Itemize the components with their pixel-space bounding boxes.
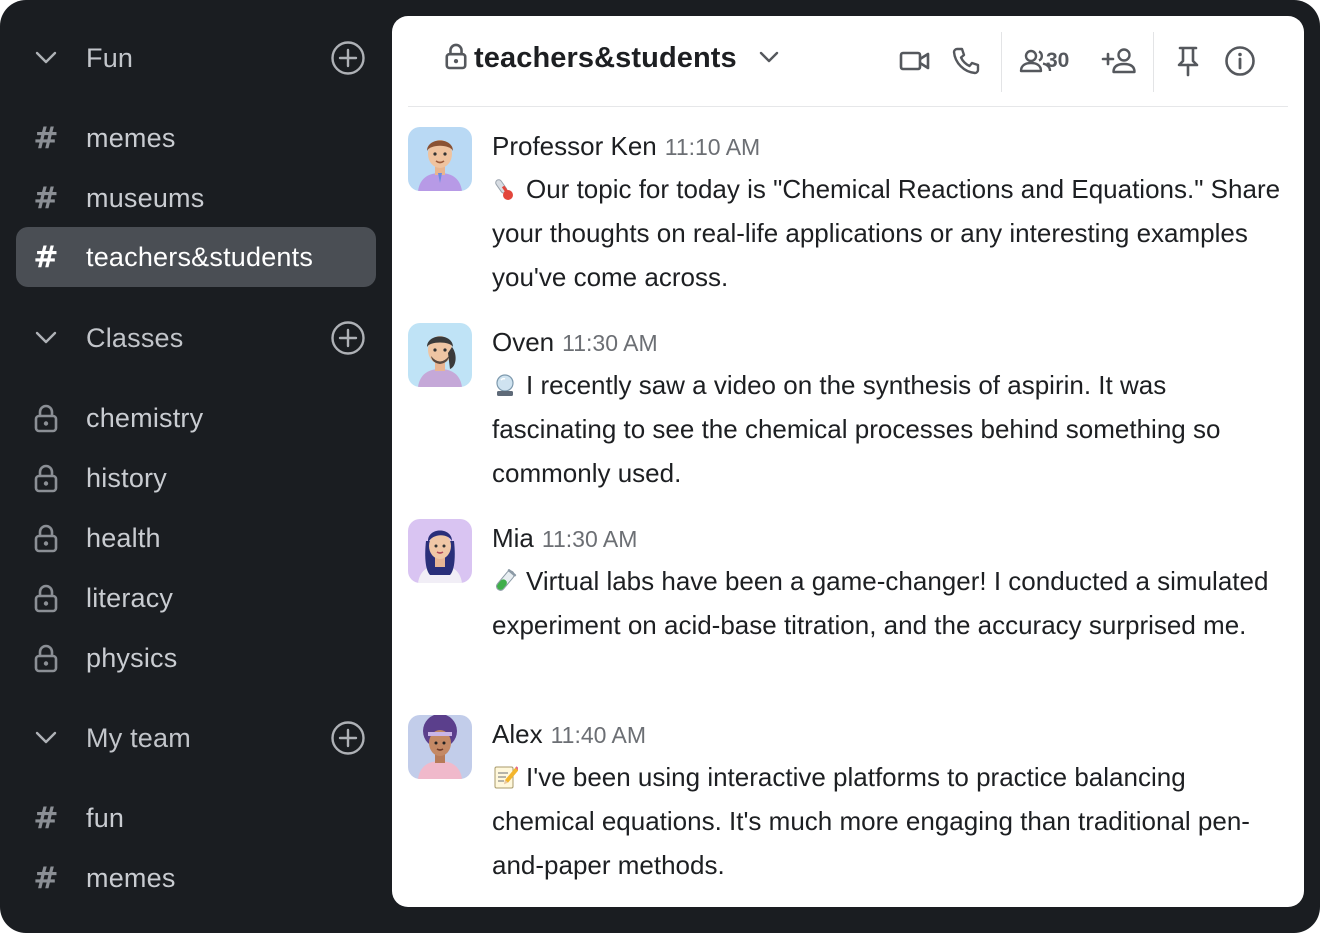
member-count[interactable]: 30 — [1046, 49, 1069, 73]
section-label: Classes — [86, 322, 184, 353]
lock-icon — [16, 388, 76, 448]
sidebar-item-health[interactable]: health — [16, 508, 376, 568]
message-author[interactable]: Oven — [492, 327, 554, 358]
section-header-my-team[interactable]: My team — [16, 708, 376, 768]
message-text: I recently saw a video on the synthesis … — [492, 363, 1288, 495]
add-channel-icon[interactable] — [330, 320, 366, 356]
message-author[interactable]: Mia — [492, 523, 534, 554]
sidebar-item-physics[interactable]: physics — [16, 628, 376, 688]
sidebar: Fun # memes # museums # teachers&student… — [0, 0, 392, 933]
phone-icon[interactable] — [949, 44, 983, 78]
lock-icon — [16, 628, 76, 688]
sidebar-item-literacy[interactable]: literacy — [16, 568, 376, 628]
chevron-down-icon[interactable] — [16, 308, 76, 368]
sidebar-item-label: memes — [86, 862, 176, 893]
app-window: Fun # memes # museums # teachers&student… — [0, 0, 1320, 933]
sidebar-item-label: health — [86, 522, 161, 553]
section-label: Fun — [86, 42, 134, 73]
hash-icon: # — [33, 239, 59, 275]
avatar[interactable] — [408, 323, 472, 387]
hash-icon: # — [33, 180, 59, 216]
chat-panel: teachers&students 30 Professor Ken 11:10… — [392, 16, 1304, 907]
header-divider — [1153, 32, 1154, 92]
section-label: My team — [86, 722, 191, 753]
avatar[interactable] — [408, 127, 472, 191]
sidebar-item-label: physics — [86, 642, 178, 673]
hash-icon: # — [33, 120, 59, 156]
sidebar-item-museums[interactable]: # museums — [16, 168, 376, 228]
lock-icon — [16, 568, 76, 628]
message-time: 11:40 AM — [550, 722, 647, 748]
sidebar-item-label: history — [86, 462, 167, 493]
memo-icon — [492, 759, 520, 789]
sidebar-item-label: chemistry — [86, 402, 204, 433]
sidebar-item-teachers-students[interactable]: # teachers&students — [16, 227, 376, 287]
add-channel-icon[interactable] — [330, 720, 366, 756]
message-text: Virtual labs have been a game-changer! I… — [492, 559, 1288, 647]
message-time: 11:30 AM — [562, 330, 658, 356]
sidebar-item-label: museums — [86, 182, 205, 213]
section-header-fun[interactable]: Fun — [16, 28, 376, 88]
test-tube-icon — [492, 563, 518, 591]
message-author[interactable]: Alex — [492, 719, 543, 750]
lock-icon — [16, 508, 76, 568]
crystal-ball-icon — [492, 367, 518, 396]
lock-icon — [16, 448, 76, 508]
sidebar-item-history[interactable]: history — [16, 448, 376, 508]
sidebar-item-chemistry[interactable]: chemistry — [16, 388, 376, 448]
message-text: Our topic for today is "Chemical Reactio… — [492, 167, 1288, 299]
message-author[interactable]: Professor Ken — [492, 131, 657, 162]
chevron-down-icon[interactable] — [16, 28, 76, 88]
video-call-icon[interactable] — [898, 44, 932, 78]
header-divider — [1001, 32, 1002, 92]
info-icon[interactable] — [1223, 44, 1257, 78]
pin-icon[interactable] — [1171, 44, 1205, 78]
sidebar-item-label: fun — [86, 802, 125, 833]
channel-title-button[interactable]: teachers&students — [444, 42, 779, 75]
add-channel-icon[interactable] — [330, 40, 366, 76]
sidebar-item-memes[interactable]: # memes — [16, 108, 376, 168]
sidebar-item-label: literacy — [86, 582, 174, 613]
add-member-icon[interactable] — [1100, 44, 1138, 78]
message-time: 11:30 AM — [541, 526, 638, 552]
chevron-down-icon[interactable] — [16, 708, 76, 768]
message-text: I've been using interactive platforms to… — [492, 755, 1288, 887]
channel-header: teachers&students 30 — [408, 16, 1288, 107]
hash-icon: # — [33, 800, 59, 836]
sidebar-item-fun[interactable]: # fun — [16, 788, 376, 848]
message-time: 11:10 AM — [664, 134, 761, 160]
sidebar-item-label: memes — [86, 122, 176, 153]
thermometer-icon — [492, 171, 518, 200]
chevron-down-icon[interactable] — [759, 50, 779, 68]
avatar[interactable] — [408, 715, 472, 779]
sidebar-item-memes-team[interactable]: # memes — [16, 848, 376, 908]
channel-name: teachers&students — [474, 42, 737, 74]
avatar[interactable] — [408, 519, 472, 583]
hash-icon: # — [33, 860, 59, 896]
lock-icon — [444, 42, 468, 75]
section-header-classes[interactable]: Classes — [16, 308, 376, 368]
sidebar-item-label: teachers&students — [86, 241, 314, 272]
